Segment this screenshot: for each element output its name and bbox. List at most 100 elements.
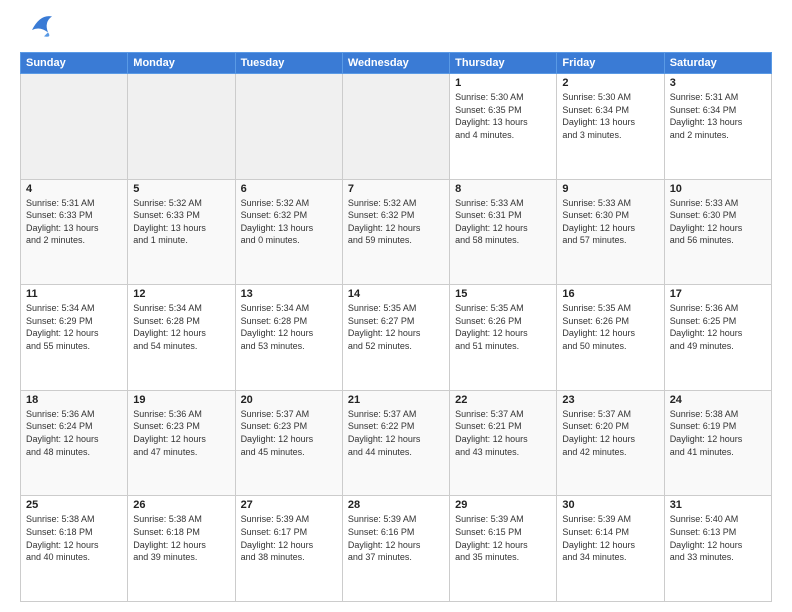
day-number: 4	[26, 183, 122, 195]
calendar-cell: 29Sunrise: 5:39 AM Sunset: 6:15 PM Dayli…	[450, 496, 557, 602]
calendar-cell: 3Sunrise: 5:31 AM Sunset: 6:34 PM Daylig…	[664, 74, 771, 180]
day-info: Sunrise: 5:39 AM Sunset: 6:16 PM Dayligh…	[348, 513, 444, 563]
day-info: Sunrise: 5:33 AM Sunset: 6:30 PM Dayligh…	[670, 197, 766, 247]
day-number: 6	[241, 183, 337, 195]
day-number: 9	[562, 183, 658, 195]
calendar-cell: 17 Sunrise: 5:36 AM Sunset: 6:25 PM Dayli…	[664, 285, 771, 391]
day-number: 31	[670, 499, 766, 511]
day-number: 13	[241, 288, 337, 300]
calendar-week-row: 1 Sunrise: 5:30 AM Sunset: 6:35 PM Daylig…	[21, 74, 772, 180]
weekday-header-friday: Friday	[557, 53, 664, 74]
calendar-cell: 27 Sunrise: 5:39 AM Sunset: 6:17 PM Dayli…	[235, 496, 342, 602]
calendar-cell: 1 Sunrise: 5:30 AM Sunset: 6:35 PM Daylig…	[450, 74, 557, 180]
calendar-cell: 13 Sunrise: 5:34 AM Sunset: 6:28 PM Dayli…	[235, 285, 342, 391]
day-number: 26	[133, 499, 229, 511]
calendar-cell: 15 Sunrise: 5:35 AM Sunset: 6:26 PM Dayli…	[450, 285, 557, 391]
logo	[20, 18, 56, 42]
day-info: Sunrise: 5:36 AM Sunset: 6:24 PM Dayligh…	[26, 408, 122, 458]
page: SundayMondayTuesdayWednesdayThursdayFrid…	[0, 0, 792, 612]
calendar-table: SundayMondayTuesdayWednesdayThursdayFrid…	[20, 52, 772, 602]
day-info: Sunrise: 5:34 AM Sunset: 6:29 PM Dayligh…	[26, 302, 122, 352]
day-info: Sunrise: 5:35 AM Sunset: 6:27 PM Dayligh…	[348, 302, 444, 352]
weekday-header-wednesday: Wednesday	[342, 53, 449, 74]
day-info: Sunrise: 5:30 AM Sunset: 6:34 PM Dayligh…	[562, 91, 658, 141]
logo-container	[20, 18, 56, 42]
day-info: Sunrise: 5:37 AM Sunset: 6:20 PM Dayligh…	[562, 408, 658, 458]
day-info: Sunrise: 5:40 AM Sunset: 6:13 PM Dayligh…	[670, 513, 766, 563]
day-number: 10	[670, 183, 766, 195]
calendar-header: SundayMondayTuesdayWednesdayThursdayFrid…	[21, 53, 772, 74]
day-number: 27	[241, 499, 337, 511]
day-number: 21	[348, 394, 444, 406]
day-info: Sunrise: 5:37 AM Sunset: 6:21 PM Dayligh…	[455, 408, 551, 458]
calendar-cell: 25Sunrise: 5:38 AM Sunset: 6:18 PM Dayli…	[21, 496, 128, 602]
weekday-header-tuesday: Tuesday	[235, 53, 342, 74]
logo-icon	[24, 10, 56, 42]
calendar-week-row: 18Sunrise: 5:36 AM Sunset: 6:24 PM Dayli…	[21, 390, 772, 496]
calendar-cell: 16 Sunrise: 5:35 AM Sunset: 6:26 PM Dayli…	[557, 285, 664, 391]
calendar-cell: 22 Sunrise: 5:37 AM Sunset: 6:21 PM Dayli…	[450, 390, 557, 496]
weekday-header-saturday: Saturday	[664, 53, 771, 74]
calendar-cell: 21 Sunrise: 5:37 AM Sunset: 6:22 PM Dayli…	[342, 390, 449, 496]
header	[20, 18, 772, 42]
calendar-cell: 30Sunrise: 5:39 AM Sunset: 6:14 PM Dayli…	[557, 496, 664, 602]
weekday-header-thursday: Thursday	[450, 53, 557, 74]
calendar-cell: 4 Sunrise: 5:31 AM Sunset: 6:33 PM Daylig…	[21, 179, 128, 285]
calendar-cell: 8Sunrise: 5:33 AM Sunset: 6:31 PM Daylig…	[450, 179, 557, 285]
day-info: Sunrise: 5:32 AM Sunset: 6:33 PM Dayligh…	[133, 197, 229, 247]
day-info: Sunrise: 5:33 AM Sunset: 6:30 PM Dayligh…	[562, 197, 658, 247]
calendar-week-row: 4 Sunrise: 5:31 AM Sunset: 6:33 PM Daylig…	[21, 179, 772, 285]
calendar-body: 1 Sunrise: 5:30 AM Sunset: 6:35 PM Daylig…	[21, 74, 772, 602]
day-number: 24	[670, 394, 766, 406]
day-number: 28	[348, 499, 444, 511]
day-info: Sunrise: 5:39 AM Sunset: 6:15 PM Dayligh…	[455, 513, 551, 563]
calendar-cell: 20Sunrise: 5:37 AM Sunset: 6:23 PM Dayli…	[235, 390, 342, 496]
calendar-cell: 18Sunrise: 5:36 AM Sunset: 6:24 PM Dayli…	[21, 390, 128, 496]
calendar-cell: 24 Sunrise: 5:38 AM Sunset: 6:19 PM Dayli…	[664, 390, 771, 496]
day-info: Sunrise: 5:38 AM Sunset: 6:19 PM Dayligh…	[670, 408, 766, 458]
day-number: 16	[562, 288, 658, 300]
calendar-cell: 2Sunrise: 5:30 AM Sunset: 6:34 PM Daylig…	[557, 74, 664, 180]
calendar-cell: 19Sunrise: 5:36 AM Sunset: 6:23 PM Dayli…	[128, 390, 235, 496]
day-info: Sunrise: 5:35 AM Sunset: 6:26 PM Dayligh…	[455, 302, 551, 352]
calendar-cell: 14 Sunrise: 5:35 AM Sunset: 6:27 PM Dayli…	[342, 285, 449, 391]
calendar-cell: 11Sunrise: 5:34 AM Sunset: 6:29 PM Dayli…	[21, 285, 128, 391]
day-info: Sunrise: 5:31 AM Sunset: 6:33 PM Dayligh…	[26, 197, 122, 247]
day-info: Sunrise: 5:36 AM Sunset: 6:23 PM Dayligh…	[133, 408, 229, 458]
day-number: 7	[348, 183, 444, 195]
weekday-header-monday: Monday	[128, 53, 235, 74]
calendar-cell: 7 Sunrise: 5:32 AM Sunset: 6:32 PM Daylig…	[342, 179, 449, 285]
weekday-row: SundayMondayTuesdayWednesdayThursdayFrid…	[21, 53, 772, 74]
day-info: Sunrise: 5:37 AM Sunset: 6:23 PM Dayligh…	[241, 408, 337, 458]
day-number: 12	[133, 288, 229, 300]
calendar-cell: 26Sunrise: 5:38 AM Sunset: 6:18 PM Dayli…	[128, 496, 235, 602]
day-info: Sunrise: 5:32 AM Sunset: 6:32 PM Dayligh…	[348, 197, 444, 247]
day-info: Sunrise: 5:31 AM Sunset: 6:34 PM Dayligh…	[670, 91, 766, 141]
day-info: Sunrise: 5:34 AM Sunset: 6:28 PM Dayligh…	[133, 302, 229, 352]
calendar-cell	[21, 74, 128, 180]
calendar-cell	[342, 74, 449, 180]
calendar-cell: 28 Sunrise: 5:39 AM Sunset: 6:16 PM Dayli…	[342, 496, 449, 602]
calendar-cell: 9 Sunrise: 5:33 AM Sunset: 6:30 PM Daylig…	[557, 179, 664, 285]
day-info: Sunrise: 5:35 AM Sunset: 6:26 PM Dayligh…	[562, 302, 658, 352]
calendar-week-row: 11Sunrise: 5:34 AM Sunset: 6:29 PM Dayli…	[21, 285, 772, 391]
day-number: 23	[562, 394, 658, 406]
day-info: Sunrise: 5:36 AM Sunset: 6:25 PM Dayligh…	[670, 302, 766, 352]
day-number: 15	[455, 288, 551, 300]
day-info: Sunrise: 5:33 AM Sunset: 6:31 PM Dayligh…	[455, 197, 551, 247]
calendar-cell: 5 Sunrise: 5:32 AM Sunset: 6:33 PM Daylig…	[128, 179, 235, 285]
weekday-header-sunday: Sunday	[21, 53, 128, 74]
day-info: Sunrise: 5:34 AM Sunset: 6:28 PM Dayligh…	[241, 302, 337, 352]
calendar-week-row: 25Sunrise: 5:38 AM Sunset: 6:18 PM Dayli…	[21, 496, 772, 602]
day-number: 14	[348, 288, 444, 300]
calendar-cell	[128, 74, 235, 180]
calendar-cell: 6Sunrise: 5:32 AM Sunset: 6:32 PM Daylig…	[235, 179, 342, 285]
day-number: 5	[133, 183, 229, 195]
day-info: Sunrise: 5:37 AM Sunset: 6:22 PM Dayligh…	[348, 408, 444, 458]
day-number: 30	[562, 499, 658, 511]
day-info: Sunrise: 5:30 AM Sunset: 6:35 PM Dayligh…	[455, 91, 551, 141]
day-number: 22	[455, 394, 551, 406]
day-number: 1	[455, 77, 551, 89]
day-number: 17	[670, 288, 766, 300]
day-info: Sunrise: 5:39 AM Sunset: 6:17 PM Dayligh…	[241, 513, 337, 563]
